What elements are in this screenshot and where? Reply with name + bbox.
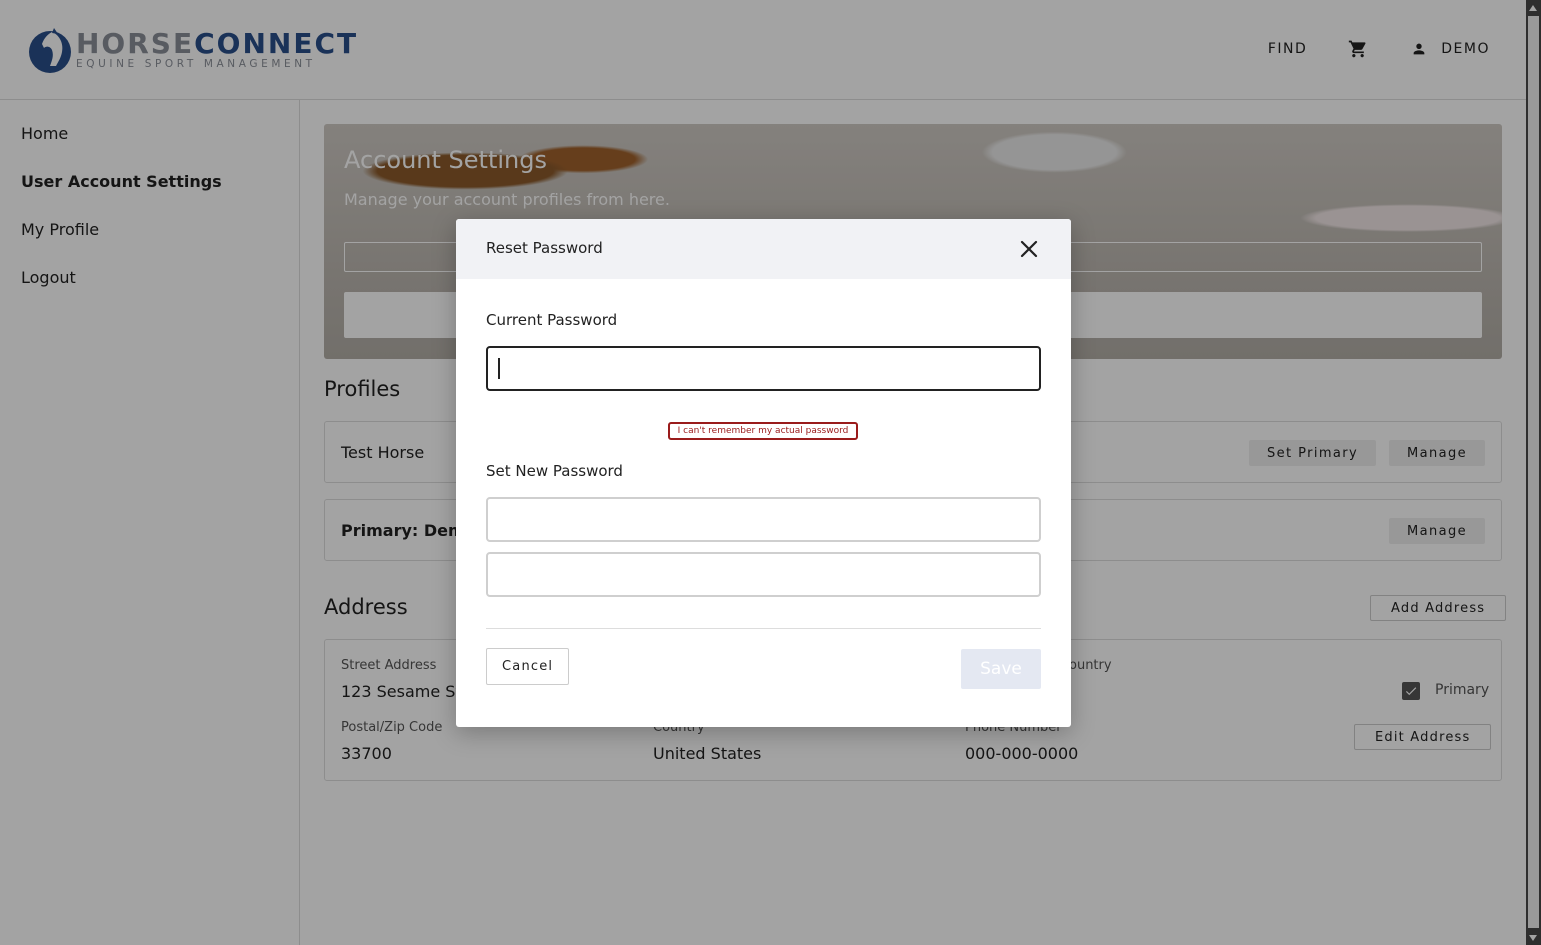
- save-button[interactable]: Save: [961, 649, 1041, 689]
- cancel-button[interactable]: Cancel: [486, 648, 570, 685]
- new-password-label: Set New Password: [486, 462, 623, 480]
- page-scrollbar[interactable]: [1526, 0, 1541, 945]
- current-password-label: Current Password: [486, 311, 618, 329]
- confirm-password-input[interactable]: [486, 552, 1041, 597]
- forgot-password-link[interactable]: I can't remember my actual password: [668, 422, 858, 440]
- close-button[interactable]: [1017, 237, 1041, 261]
- scroll-down-arrow-icon[interactable]: [1529, 935, 1537, 941]
- current-password-input[interactable]: [486, 346, 1041, 391]
- close-icon: [1020, 240, 1038, 258]
- reset-password-modal: Reset Password Current Password I can't …: [456, 219, 1071, 727]
- scrollbar-thumb[interactable]: [1528, 16, 1539, 928]
- modal-divider: [486, 628, 1041, 629]
- new-password-input[interactable]: [486, 497, 1041, 542]
- text-caret: [498, 358, 500, 379]
- modal-header: Reset Password: [456, 219, 1071, 279]
- scroll-up-arrow-icon[interactable]: [1529, 5, 1537, 11]
- modal-title: Reset Password: [486, 239, 603, 257]
